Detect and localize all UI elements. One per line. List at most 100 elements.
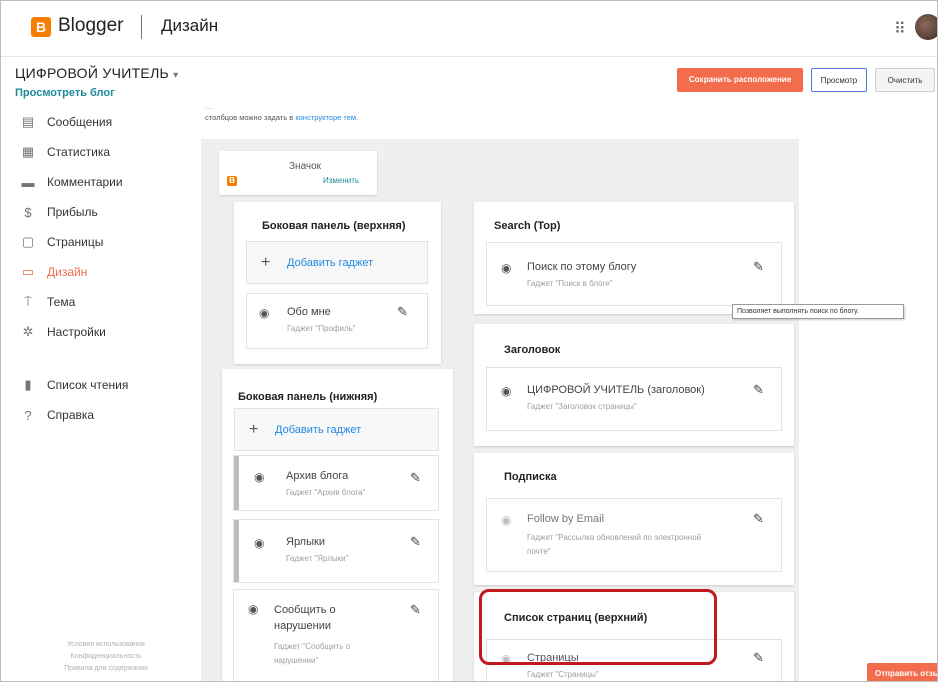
theme-designer-link[interactable]: конструкторе тем.: [295, 113, 358, 122]
intro-line: столбцов можно задать в: [205, 113, 294, 122]
sidebar-item-label: Сообщения: [47, 115, 113, 129]
pencil-icon[interactable]: ✎: [753, 259, 764, 275]
reading-list-icon: ▮: [24, 377, 32, 392]
gadget-name: Сообщить о нарушении: [274, 604, 336, 632]
app-window: B Blogger Дизайн ⠿ ЦИФРОВОЙ УЧИТЕЛЬ ▾ Про…: [0, 0, 938, 682]
settings-icon: ✲: [22, 324, 34, 339]
preview-button[interactable]: Просмотр: [811, 68, 867, 92]
drag-handle[interactable]: [234, 456, 239, 510]
sidebar-item-comments[interactable]: ▬ Комментарии: [21, 172, 123, 192]
pencil-icon[interactable]: ✎: [410, 470, 421, 486]
sidebar-item-help[interactable]: ? Справка: [21, 405, 94, 425]
tooltip: Позволяет выполнять поиск по блогу.: [732, 304, 904, 319]
favicon-title: Значок: [289, 161, 322, 172]
sidebar-item-label: Комментарии: [47, 175, 123, 189]
sidebar-item-label: Настройки: [47, 325, 106, 339]
sidebar-item-label: Страницы: [47, 235, 104, 249]
avatar[interactable]: [915, 14, 937, 40]
gadget-name: Follow by Email: [527, 513, 605, 525]
page-title: Дизайн: [161, 16, 219, 35]
favicon-icon: B: [227, 176, 237, 186]
section-title: Заголовок: [504, 344, 561, 356]
blog-selector[interactable]: ЦИФРОВОЙ УЧИТЕЛЬ ▾: [15, 65, 178, 81]
gadget-follow-by-email[interactable]: ◉ Follow by Email Гаджет "Рассылка обнов…: [486, 498, 782, 572]
sidebar-item-theme[interactable]: ⍑ Тема: [21, 292, 75, 312]
sidebar-item-settings[interactable]: ✲ Настройки: [21, 322, 106, 342]
gadget-about[interactable]: ◉ Обо мне Гаджет "Профиль" ✎: [246, 293, 428, 349]
footer-content-policy-link[interactable]: Правила для содержания: [51, 665, 161, 672]
gadget-type: Гаджет "Архив блога": [286, 488, 366, 497]
highlight-annotation: [479, 589, 717, 665]
gadget-type: Гаджет "Ярлыки": [286, 554, 349, 563]
view-blog-link[interactable]: Просмотреть блог: [15, 87, 115, 99]
layout-icon: ▭: [21, 264, 35, 279]
eye-icon[interactable]: ◉: [501, 384, 511, 398]
earnings-icon: $: [24, 204, 32, 220]
brand-name[interactable]: Blogger: [58, 15, 124, 37]
gadget-type: Гаджет "Поиск в блоге": [527, 279, 613, 288]
add-gadget-button[interactable]: + Добавить гаджет: [234, 408, 439, 451]
plus-icon: +: [261, 254, 271, 271]
help-icon: ?: [24, 407, 32, 423]
gadget-name: Ярлыки: [286, 536, 325, 548]
blog-title: ЦИФРОВОЙ УЧИТЕЛЬ: [15, 65, 170, 81]
stats-icon: ▦: [21, 144, 35, 159]
add-gadget-button[interactable]: + Добавить гаджет: [246, 241, 428, 284]
intro-text: … столбцов можно задать в конструкторе т…: [205, 101, 805, 123]
posts-icon: ▤: [21, 114, 35, 129]
top-bar: B Blogger Дизайн ⠿: [1, 1, 937, 57]
comments-icon: ▬: [21, 174, 35, 190]
section-title: Подписка: [504, 471, 557, 483]
eye-icon[interactable]: ◉: [254, 470, 264, 484]
clear-button[interactable]: Очистить: [875, 68, 935, 92]
section-title: Боковая панель (нижняя): [238, 391, 378, 403]
sidebar-item-layout[interactable]: ▭ Дизайн: [21, 262, 88, 282]
eye-icon[interactable]: ◉: [248, 602, 258, 616]
sidebar-item-label: Дизайн: [47, 265, 88, 279]
pencil-icon[interactable]: ✎: [410, 602, 421, 618]
sidebar-item-stats[interactable]: ▦ Статистика: [21, 142, 110, 162]
gadget-report-abuse[interactable]: ◉ Сообщить о нарушении Гаджет "Сообщить …: [233, 589, 439, 681]
intro-line: …: [205, 102, 213, 111]
gadget-blog-archive[interactable]: ◉ Архив блога Гаджет "Архив блога" ✎: [233, 455, 439, 511]
eye-icon[interactable]: ◉: [254, 536, 264, 550]
footer-privacy-link[interactable]: Конфиденциальность: [51, 653, 161, 660]
footer-terms-link[interactable]: Условия использования: [51, 641, 161, 648]
gadget-type: Гаджет "Страницы": [527, 670, 599, 679]
eye-icon[interactable]: ◉: [259, 306, 269, 320]
section-title: Search (Top): [494, 220, 561, 232]
sidebar-item-reading-list[interactable]: ▮ Список чтения: [21, 375, 128, 395]
send-feedback-button[interactable]: Отправить отзыв: [867, 663, 937, 681]
gadget-type: Гаджет "Рассылка обновлений по электронн…: [527, 533, 702, 556]
gadget-type: Гаджет "Сообщить о нарушении": [274, 642, 351, 665]
pencil-icon[interactable]: ✎: [753, 650, 764, 666]
drag-handle[interactable]: [234, 520, 239, 582]
gadget-labels[interactable]: ◉ Ярлыки Гаджет "Ярлыки" ✎: [233, 519, 439, 583]
sidebar-item-pages[interactable]: ▢ Страницы: [21, 232, 104, 252]
section-title: Боковая панель (верхняя): [262, 220, 406, 232]
eye-icon[interactable]: ◉: [501, 261, 511, 275]
gadget-name: Обо мне: [287, 306, 331, 318]
sidebar-item-label: Прибыль: [47, 205, 98, 219]
eye-off-icon[interactable]: ◉: [501, 513, 511, 527]
add-gadget-label: Добавить гаджет: [275, 424, 362, 436]
pencil-icon[interactable]: ✎: [397, 304, 408, 320]
save-layout-button[interactable]: Сохранить расположение: [677, 68, 803, 92]
gadget-name: Поиск по этому блогу: [527, 261, 637, 273]
pencil-icon[interactable]: ✎: [753, 511, 764, 527]
gadget-header[interactable]: ◉ ЦИФРОВОЙ УЧИТЕЛЬ (заголовок) Гаджет "З…: [486, 367, 782, 431]
sidebar-item-earnings[interactable]: $ Прибыль: [21, 202, 98, 222]
pencil-icon[interactable]: ✎: [410, 534, 421, 550]
theme-icon: ⍑: [24, 294, 32, 309]
divider: [141, 15, 142, 39]
favicon-edit-link[interactable]: Изменить: [323, 176, 359, 185]
gadget-name: ЦИФРОВОЙ УЧИТЕЛЬ (заголовок): [527, 384, 705, 396]
sidebar-item-posts[interactable]: ▤ Сообщения: [21, 112, 112, 132]
sidebar-item-label: Справка: [47, 408, 95, 422]
gadget-search[interactable]: ◉ Поиск по этому блогу Гаджет "Поиск в б…: [486, 242, 782, 306]
blogger-logo-icon[interactable]: B: [31, 17, 51, 37]
add-gadget-label: Добавить гаджет: [287, 257, 374, 269]
pencil-icon[interactable]: ✎: [753, 382, 764, 398]
sidebar-item-label: Тема: [47, 295, 76, 309]
apps-grid-icon[interactable]: ⠿: [894, 19, 906, 39]
